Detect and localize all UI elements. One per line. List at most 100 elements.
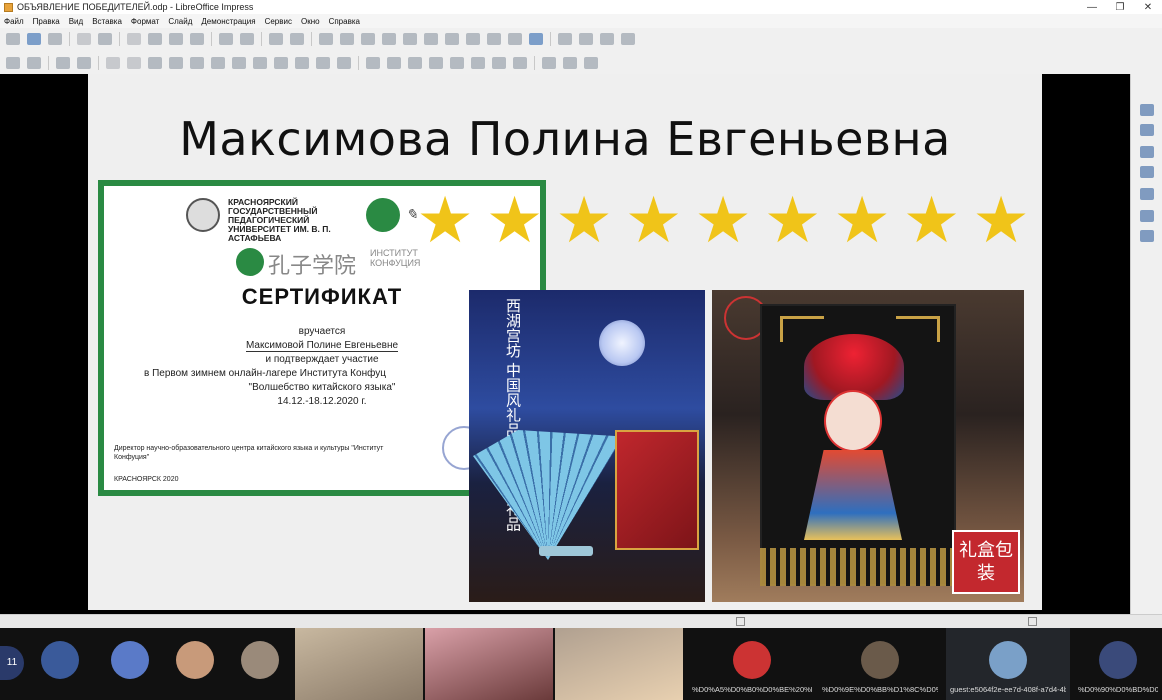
fill-color-icon[interactable]	[77, 57, 91, 69]
menu-insert[interactable]: Вставка	[92, 17, 122, 26]
master-slides-icon[interactable]	[1140, 166, 1154, 178]
block-arrows-icon[interactable]	[253, 57, 267, 69]
filter-icon[interactable]	[492, 57, 506, 69]
menu-slide[interactable]: Слайд	[168, 17, 192, 26]
star-icon: ★	[763, 184, 822, 256]
curve-icon[interactable]	[169, 57, 183, 69]
outline-view-icon[interactable]	[382, 33, 396, 45]
title-bar: ОБЪЯВЛЕНИЕ ПОБЕДИТЕЛЕЙ.odp - LibreOffice…	[0, 0, 1162, 14]
participant-tile[interactable]: guest:e5064f2e-ee7d-408f-a7d4-4b...	[946, 628, 1070, 700]
shadow-icon[interactable]	[450, 57, 464, 69]
symbol-shapes-icon[interactable]	[232, 57, 246, 69]
animation-icon[interactable]	[584, 57, 598, 69]
participant-name: %D0%9E%D0%BB%D1%8C%D0%B...	[822, 685, 938, 694]
menu-help[interactable]: Справка	[329, 17, 360, 26]
crop-icon[interactable]	[471, 57, 485, 69]
star-icon: ★	[694, 184, 752, 256]
find-replace-icon[interactable]	[269, 33, 283, 45]
undo-icon[interactable]	[219, 33, 233, 45]
insert-image-icon[interactable]	[424, 33, 438, 45]
master-slide-icon[interactable]	[361, 33, 375, 45]
callouts-icon[interactable]	[295, 57, 309, 69]
distribute-icon[interactable]	[429, 57, 443, 69]
export-pdf-icon[interactable]	[77, 33, 91, 45]
participant-tile[interactable]: %D0%90%D0%BD%D0%...	[1074, 628, 1162, 700]
menu-edit[interactable]: Правка	[33, 17, 60, 26]
spelling-icon[interactable]	[290, 33, 304, 45]
fontwork-icon[interactable]	[508, 33, 522, 45]
participant-tile[interactable]	[425, 628, 553, 700]
3d-objects-icon[interactable]	[337, 57, 351, 69]
menu-view[interactable]: Вид	[69, 17, 83, 26]
copy-icon[interactable]	[148, 33, 162, 45]
toggle-extrusion-icon[interactable]	[513, 57, 527, 69]
hyperlink-icon[interactable]	[529, 33, 543, 45]
align-icon[interactable]	[387, 57, 401, 69]
insert-textbox-icon[interactable]	[466, 33, 480, 45]
participant-tile[interactable]: %D0%9E%D0%BB%D1%8C%D0%B...	[818, 628, 942, 700]
display-views-icon[interactable]	[340, 33, 354, 45]
paste-icon[interactable]	[169, 33, 183, 45]
save-icon[interactable]	[48, 33, 62, 45]
line-icon[interactable]	[148, 57, 162, 69]
participant-count-badge[interactable]: 11	[0, 646, 24, 680]
participant-tile[interactable]	[30, 628, 90, 700]
connector-icon[interactable]	[190, 57, 204, 69]
ellipse-icon[interactable]	[127, 57, 141, 69]
slide-canvas[interactable]: Максимова Полина Евгеньевна КРАСНОЯРСКИЙ…	[88, 74, 1042, 610]
star-icon: ★	[833, 184, 891, 256]
new-slide-icon[interactable]	[558, 33, 572, 45]
restore-button[interactable]: ❐	[1106, 2, 1134, 13]
special-character-icon[interactable]	[487, 33, 501, 45]
zoom-pan-icon[interactable]	[27, 57, 41, 69]
rotate-icon[interactable]	[366, 57, 380, 69]
slide-title[interactable]: Максимова Полина Евгеньевна	[88, 112, 1042, 166]
minimize-button[interactable]: —	[1078, 2, 1106, 13]
rectangle-icon[interactable]	[106, 57, 120, 69]
insert-table-icon[interactable]	[403, 33, 417, 45]
menu-tools[interactable]: Сервис	[265, 17, 292, 26]
interaction-icon[interactable]	[563, 57, 577, 69]
menu-format[interactable]: Формат	[131, 17, 159, 26]
new-document-icon[interactable]	[6, 33, 20, 45]
participant-video-feed	[425, 628, 553, 700]
properties-icon[interactable]	[1140, 104, 1154, 116]
participant-tile[interactable]	[295, 628, 423, 700]
menu-file[interactable]: Файл	[4, 17, 24, 26]
show-gluepoint-icon[interactable]	[542, 57, 556, 69]
close-button[interactable]: ✕	[1134, 2, 1162, 13]
print-icon[interactable]	[98, 33, 112, 45]
participant-tile[interactable]	[165, 628, 225, 700]
slide-transition-icon[interactable]	[1140, 124, 1154, 136]
zoom-fit-icon[interactable]	[1028, 617, 1037, 626]
stars-icon[interactable]	[316, 57, 330, 69]
open-file-icon[interactable]	[27, 33, 41, 45]
participant-tile[interactable]: %D0%A5%D0%B0%D0%BE%20%D...	[688, 628, 816, 700]
duplicate-slide-icon[interactable]	[579, 33, 593, 45]
delete-slide-icon[interactable]	[600, 33, 614, 45]
styles-icon[interactable]	[1140, 188, 1154, 200]
select-icon[interactable]	[6, 57, 20, 69]
redo-icon[interactable]	[240, 33, 254, 45]
fan-gift-photo[interactable]: 西湖宫坊 中国风礼品 云锦办公礼品	[469, 290, 705, 602]
opera-doll-photo[interactable]: 礼盒包装	[712, 290, 1024, 602]
grid-icon[interactable]	[319, 33, 333, 45]
clone-formatting-icon[interactable]	[190, 33, 204, 45]
basic-shapes-icon[interactable]	[211, 57, 225, 69]
rating-stars[interactable]: ★ ★ ★ ★ ★ ★ ★ ★ ★	[416, 184, 1042, 256]
arrange-icon[interactable]	[408, 57, 422, 69]
slide-layout-icon[interactable]	[621, 33, 635, 45]
menu-window[interactable]: Окно	[301, 17, 320, 26]
navigator-icon[interactable]	[1140, 230, 1154, 242]
animation-panel-icon[interactable]	[1140, 146, 1154, 158]
menu-slideshow[interactable]: Демонстрация	[201, 17, 255, 26]
participant-tile[interactable]	[100, 628, 160, 700]
gallery-icon[interactable]	[1140, 210, 1154, 222]
participant-tile[interactable]	[555, 628, 683, 700]
participant-tile[interactable]	[230, 628, 290, 700]
cut-icon[interactable]	[127, 33, 141, 45]
slide-layout-status-icon[interactable]	[736, 617, 745, 626]
flowchart-icon[interactable]	[274, 57, 288, 69]
insert-chart-icon[interactable]	[445, 33, 459, 45]
line-color-icon[interactable]	[56, 57, 70, 69]
